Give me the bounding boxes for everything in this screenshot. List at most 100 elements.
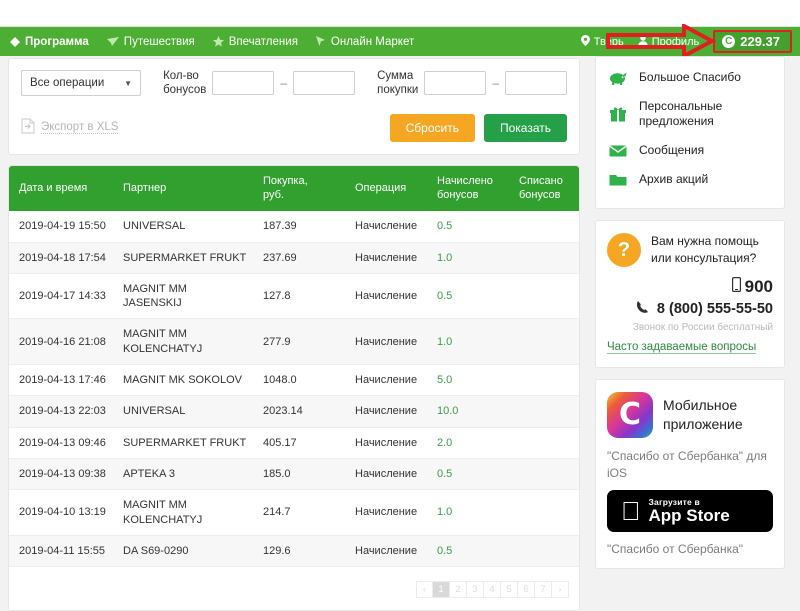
cell-written-off	[509, 490, 579, 536]
table-body: 2019-04-19 15:50UNIVERSAL187.39Начислени…	[9, 211, 579, 566]
nav-item-label: Впечатления	[229, 36, 298, 48]
pagination-prev[interactable]: ‹	[416, 581, 433, 598]
bonus-range-dash: –	[280, 76, 287, 90]
column-header-purchase: Покупка, руб.	[253, 166, 345, 212]
pagination-page-3[interactable]: 3	[467, 581, 484, 598]
table-row: 2019-04-13 17:46MAGNIT MK SOKOLOV1048.0Н…	[9, 365, 579, 396]
cell-date: 2019-04-17 14:33	[9, 273, 113, 319]
pagination-page-1[interactable]: 1	[433, 581, 450, 598]
pagination-page-5[interactable]: 5	[501, 581, 518, 598]
table-row: 2019-04-16 21:08MAGNIT MM KOLENCHATYJ277…	[9, 319, 579, 365]
cell-written-off	[509, 242, 579, 273]
handset-icon	[636, 300, 650, 318]
long-phone-number[interactable]: 8 (800) 555-55-50	[607, 300, 773, 318]
cell-accrued: 0.5	[427, 211, 509, 242]
help-card: ? Вам нужна помощь или консультация? 900…	[595, 220, 785, 368]
cell-date: 2019-04-11 15:55	[9, 535, 113, 566]
mobile-app-header: C Мобильное приложение	[607, 392, 773, 438]
column-header-date-l1: Дата и время	[19, 182, 107, 196]
purchase-sum-label-line1: Сумма	[377, 69, 418, 83]
cell-operation: Начисление	[345, 490, 427, 536]
nav-profile-label: Профиль	[652, 36, 700, 48]
filter-actions-row: Экспорт в XLS Сбросить Показать	[21, 114, 567, 142]
folder-icon	[608, 173, 628, 186]
column-header-purchase-l2: руб.	[263, 189, 339, 203]
mobile-app-android-subtitle: "Спасибо от Сбербанка"	[607, 542, 773, 556]
pagination-next[interactable]: ›	[552, 581, 569, 598]
sidebar-menu-card: Большое Спасибо Персональные предложения	[595, 56, 785, 209]
cell-partner: MAGNIT MM KOLENCHATYJ	[113, 490, 253, 536]
export-xls-link[interactable]: Экспорт в XLS	[21, 118, 118, 137]
purchase-sum-field-group: Сумма покупки –	[377, 69, 567, 98]
cell-purchase: 185.0	[253, 458, 345, 489]
chevron-down-icon: ▼	[124, 79, 132, 88]
cell-accrued: 1.0	[427, 242, 509, 273]
nav-item-vpechatleniya[interactable]: Впечатления	[213, 36, 298, 48]
column-header-operation: Операция	[345, 166, 427, 212]
pagination-page-2[interactable]: 2	[450, 581, 467, 598]
cell-operation: Начисление	[345, 365, 427, 396]
show-button[interactable]: Показать	[484, 114, 567, 142]
app-store-button[interactable]:  Загрузите в App Store	[607, 490, 773, 532]
bonus-count-from-input[interactable]	[212, 71, 274, 95]
nav-item-programma[interactable]: Программа	[10, 36, 89, 48]
sidebar-item-soobshcheniya[interactable]: Сообщения	[596, 136, 784, 165]
table-row: 2019-04-13 09:38APTEKA 3185.0Начисление0…	[9, 458, 579, 489]
cell-operation: Начисление	[345, 319, 427, 365]
faq-link[interactable]: Часто задаваемые вопросы	[607, 341, 756, 354]
bonus-count-to-input[interactable]	[293, 71, 355, 95]
nav-item-puteshestviya[interactable]: Путешествия	[107, 36, 195, 48]
purchase-sum-to-input[interactable]	[505, 71, 567, 95]
sidebar-item-label: Сообщения	[639, 143, 704, 158]
cell-accrued: 2.0	[427, 427, 509, 458]
cell-date: 2019-04-18 17:54	[9, 242, 113, 273]
cell-date: 2019-04-13 17:46	[9, 365, 113, 396]
sidebar-item-personalnye-predlozheniya[interactable]: Персональные предложения	[596, 92, 784, 136]
mobile-app-ios-subtitle: "Спасибо от Сбербанка" для iOS	[607, 448, 773, 482]
cell-purchase: 277.9	[253, 319, 345, 365]
table-header-row: Дата и время Партнер Покупка, руб. Опера…	[9, 166, 579, 212]
column-header-partner: Партнер	[113, 166, 253, 212]
cell-operation: Начисление	[345, 535, 427, 566]
nav-item-onlayn-market[interactable]: Онлайн Маркет	[316, 36, 414, 48]
cell-partner: SUPERMARKET FRUKT	[113, 427, 253, 458]
nav-item-label: Путешествия	[124, 36, 195, 48]
table-row: 2019-04-18 17:54SUPERMARKET FRUKT237.69Н…	[9, 242, 579, 273]
column-header-operation-l1: Операция	[355, 182, 421, 196]
sidebar-item-bolshoe-spasibo[interactable]: Большое Спасибо	[596, 63, 784, 92]
pagination-page-7[interactable]: 7	[535, 581, 552, 598]
diamond-icon	[10, 37, 20, 47]
cell-date: 2019-04-16 21:08	[9, 319, 113, 365]
cell-partner: MAGNIT MM JASENSKIJ	[113, 273, 253, 319]
bonus-balance-button[interactable]: C 229.37	[713, 30, 792, 53]
cell-purchase: 2023.14	[253, 396, 345, 427]
help-question-text: Вам нужна помощь или консультация?	[651, 233, 773, 268]
cell-operation: Начисление	[345, 211, 427, 242]
right-sidebar: Большое Спасибо Персональные предложения	[595, 56, 785, 580]
column-header-accrued: Начислено бонусов	[427, 166, 509, 212]
short-phone-number[interactable]: 900	[607, 277, 773, 297]
table-row: 2019-04-13 22:03UNIVERSAL2023.14Начислен…	[9, 396, 579, 427]
bonus-count-field-group: Кол-во бонусов –	[163, 69, 355, 98]
help-card-top: ? Вам нужна помощь или консультация?	[607, 233, 773, 268]
pagination-page-4[interactable]: 4	[484, 581, 501, 598]
purchase-sum-from-input[interactable]	[424, 71, 486, 95]
question-mark-icon: ?	[607, 233, 641, 267]
nav-item-profile[interactable]: Профиль	[638, 35, 700, 49]
cell-date: 2019-04-19 15:50	[9, 211, 113, 242]
cell-partner: DA S69-0290	[113, 535, 253, 566]
pagination-page-6[interactable]: 6	[518, 581, 535, 598]
operation-type-select[interactable]: Все операции ▼	[21, 70, 141, 96]
cell-operation: Начисление	[345, 458, 427, 489]
operation-type-value: Все операции	[30, 77, 104, 89]
cursor-icon	[316, 36, 326, 47]
spasibo-coin-icon: C	[722, 35, 735, 48]
reset-button[interactable]: Сбросить	[390, 114, 475, 142]
cell-operation: Начисление	[345, 273, 427, 319]
cell-date: 2019-04-13 09:46	[9, 427, 113, 458]
bonus-count-label-line1: Кол-во	[163, 69, 206, 83]
nav-item-city[interactable]: Тверь	[581, 35, 624, 49]
table-header: Дата и время Партнер Покупка, руб. Опера…	[9, 166, 579, 212]
sidebar-item-arkhiv-aktsiy[interactable]: Архив акций	[596, 165, 784, 194]
column-header-accrued-l1: Начислено	[437, 175, 503, 189]
